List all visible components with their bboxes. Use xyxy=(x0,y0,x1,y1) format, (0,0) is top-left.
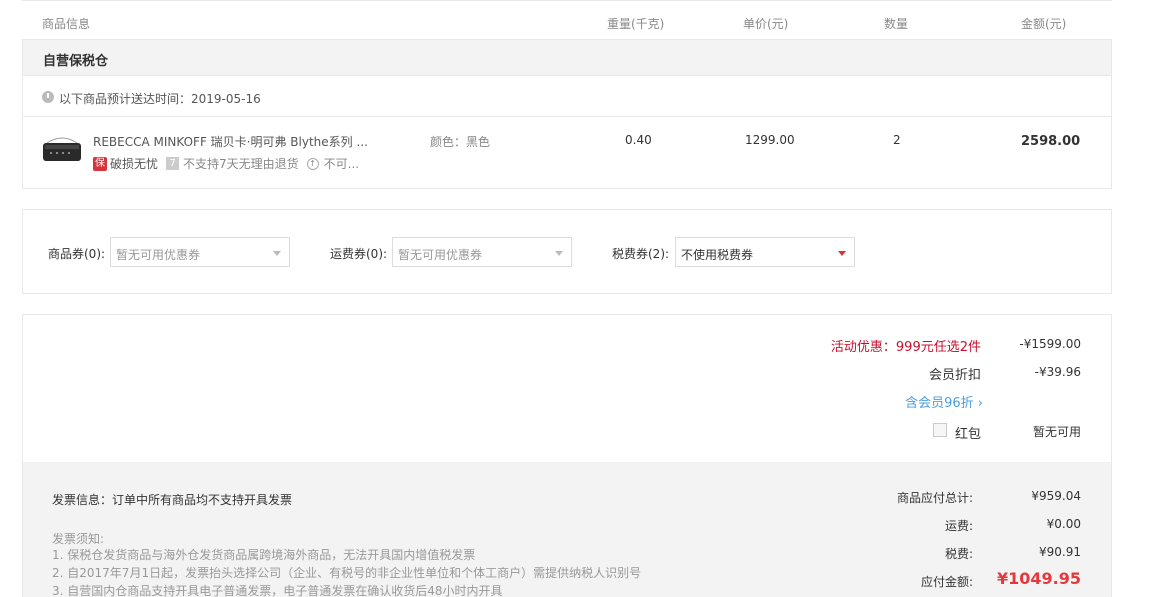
member-discount-value: -¥39.96 xyxy=(1034,365,1081,379)
member-discount-label: 会员折扣 xyxy=(928,368,981,383)
product-thumbnail[interactable] xyxy=(41,135,83,165)
product-weight: 0.40 xyxy=(625,133,652,147)
invoice-notice-title: 发票须知: xyxy=(52,532,105,546)
warehouse-title: 自营保税仓 xyxy=(43,54,109,69)
cart-column-header: 商品信息 重量(千克) 单价(元) 数量 金额(元) xyxy=(22,0,1112,40)
col-amount: 金额(元) xyxy=(1021,17,1067,31)
redpacket-value: 暂无可用 xyxy=(1032,425,1081,439)
product-amount: 2598.00 xyxy=(1021,134,1081,149)
no-return-label: 不支持7天无理由退货 xyxy=(183,157,299,171)
product-color: 颜色：黑色 xyxy=(430,135,491,149)
clock-icon xyxy=(42,91,54,103)
goods-coupon-select[interactable]: 暂无可用优惠券 xyxy=(110,237,290,267)
redpacket-checkbox[interactable] xyxy=(933,423,947,437)
chevron-down-icon xyxy=(273,251,281,256)
shipping-label: 运费: xyxy=(944,519,973,533)
product-unit-price: 1299.00 xyxy=(745,133,795,147)
product-service-tags: 保 破损无忧 7 不支持7天无理由退货 ↑ 不可... xyxy=(93,155,359,172)
member-discount-link[interactable]: 含会员96折 › xyxy=(905,392,983,411)
invoice-info: 发票信息：订单中所有商品均不支持开具发票 xyxy=(52,493,293,507)
activity-discount-label: 活动优惠：999元任选2件 xyxy=(830,340,981,355)
chevron-down-icon xyxy=(555,251,563,256)
product-name-link[interactable]: REBECCA MINKOFF 瑞贝卡·明可弗 Blythe系列 ... xyxy=(93,133,383,150)
goods-total-value: ¥959.04 xyxy=(1031,489,1081,503)
col-weight: 重量(千克) xyxy=(607,17,665,31)
col-product-info: 商品信息 xyxy=(42,17,91,31)
coupon-section: 商品券(0): 暂无可用优惠券 运费券(0): 暂无可用优惠券 税费券(2): … xyxy=(22,209,1112,294)
activity-discount-value: -¥1599.00 xyxy=(1019,337,1081,351)
grand-total-value: ¥1049.95 xyxy=(996,569,1081,588)
goods-coupon-value: 暂无可用优惠券 xyxy=(116,248,201,262)
shipping-coupon-select[interactable]: 暂无可用优惠券 xyxy=(392,237,572,267)
tax-value: ¥90.91 xyxy=(1039,545,1081,559)
invoice-notice-item: 3. 自营国内仓商品支持开具电子普通发票，电子普通发票在确认收货后48小时内开具 xyxy=(52,584,503,597)
product-quantity: 2 xyxy=(893,133,901,147)
shipping-value: ¥0.00 xyxy=(1046,517,1081,531)
order-summary: 活动优惠：999元任选2件 -¥1599.00 会员折扣 -¥39.96 含会员… xyxy=(22,314,1112,597)
delivery-info: 以下商品预计送达时间：2019-05-16 xyxy=(22,75,1112,117)
invoice-panel: 发票信息：订单中所有商品均不支持开具发票 发票须知: 1. 保税仓发货商品与海外… xyxy=(23,462,1111,597)
invoice-notice-item: 2. 自2017年7月1日起，发票抬头选择公司（企业、有税号的非企业性单位和个体… xyxy=(52,566,642,580)
col-unit-price: 单价(元) xyxy=(743,17,789,31)
seven-day-icon: 7 xyxy=(166,157,180,170)
redpacket-label: 红包 xyxy=(954,427,981,442)
shipping-coupon-label: 运费券(0): xyxy=(330,247,388,261)
chevron-down-icon xyxy=(838,251,846,256)
bonded-badge: 保 xyxy=(93,156,107,171)
tax-label: 税费: xyxy=(944,547,973,561)
grand-total-label: 应付金额: xyxy=(920,575,973,589)
goods-coupon-label: 商品券(0): xyxy=(48,247,106,261)
tax-coupon-select[interactable]: 不使用税费券 xyxy=(675,237,855,267)
shipping-coupon-value: 暂无可用优惠券 xyxy=(398,248,483,262)
invoice-notice-item: 1. 保税仓发货商品与海外仓发货商品属跨境海外商品，无法开具国内增值税发票 xyxy=(52,548,476,562)
col-quantity: 数量 xyxy=(884,17,909,31)
product-row: REBECCA MINKOFF 瑞贝卡·明可弗 Blythe系列 ... 保 破… xyxy=(22,116,1112,189)
tax-coupon-value: 不使用税费券 xyxy=(681,248,754,262)
delivery-time-text: 以下商品预计送达时间：2019-05-16 xyxy=(59,92,261,106)
tax-coupon-label: 税费券(2): xyxy=(612,247,670,261)
goods-total-label: 商品应付总计: xyxy=(896,491,973,505)
other-restriction-label: 不可... xyxy=(323,157,360,171)
restriction-icon: ↑ xyxy=(306,157,319,170)
warehouse-header: 自营保税仓 xyxy=(22,39,1112,76)
damage-guarantee-label: 破损无忧 xyxy=(110,157,159,171)
